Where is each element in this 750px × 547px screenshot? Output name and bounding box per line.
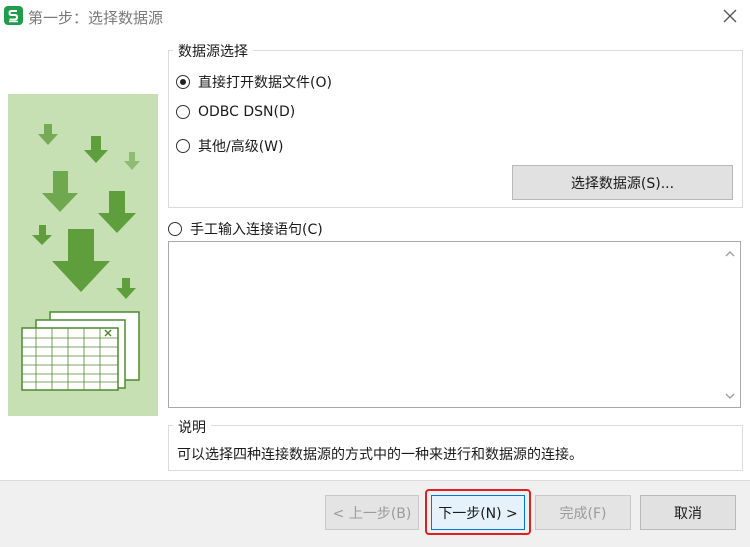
close-button[interactable] (718, 4, 742, 28)
app-logo-icon (4, 6, 23, 25)
radio-indicator[interactable] (176, 139, 190, 153)
cancel-button[interactable]: 取消 (640, 495, 736, 530)
finish-button[interactable]: 完成(F) (535, 495, 631, 530)
chevron-up-icon (725, 251, 735, 257)
previous-step-button[interactable]: < 上一步(B) (325, 495, 419, 530)
close-icon (723, 9, 737, 23)
next-step-button[interactable]: 下一步(N) > (431, 495, 525, 530)
radio-manual-connection[interactable]: 手工输入连接语句(C) (168, 219, 323, 239)
connection-string-input[interactable] (168, 241, 741, 408)
scroll-down-button[interactable] (722, 388, 738, 404)
choose-data-source-button[interactable]: 选择数据源(S)... (512, 165, 733, 200)
radio-indicator[interactable] (168, 222, 182, 236)
download-spreadsheet-illustration-icon (21, 124, 140, 391)
description-text: 可以选择四种连接数据源的方式中的一种来进行和数据源的连接。 (177, 447, 583, 463)
data-source-group-title: 数据源选择 (173, 41, 253, 61)
radio-odbc-dsn[interactable]: ODBC DSN(D) (176, 104, 295, 120)
radio-label: 其他/高级(W) (198, 139, 284, 155)
chevron-down-icon (725, 393, 735, 399)
description-group-title: 说明 (173, 417, 211, 437)
scroll-up-button[interactable] (722, 246, 738, 262)
radio-indicator[interactable] (176, 105, 190, 119)
wizard-illustration (8, 94, 158, 416)
radio-indicator[interactable] (176, 75, 190, 89)
radio-open-data-file[interactable]: 直接打开数据文件(O) (176, 72, 332, 92)
radio-other-advanced[interactable]: 其他/高级(W) (176, 136, 283, 156)
window-title: 第一步：选择数据源 (28, 9, 164, 27)
radio-label: ODBC DSN(D) (198, 104, 296, 120)
title-bar: 第一步：选择数据源 (0, 0, 750, 32)
radio-label: 手工输入连接语句(C) (190, 222, 323, 238)
radio-label: 直接打开数据文件(O) (198, 75, 332, 91)
